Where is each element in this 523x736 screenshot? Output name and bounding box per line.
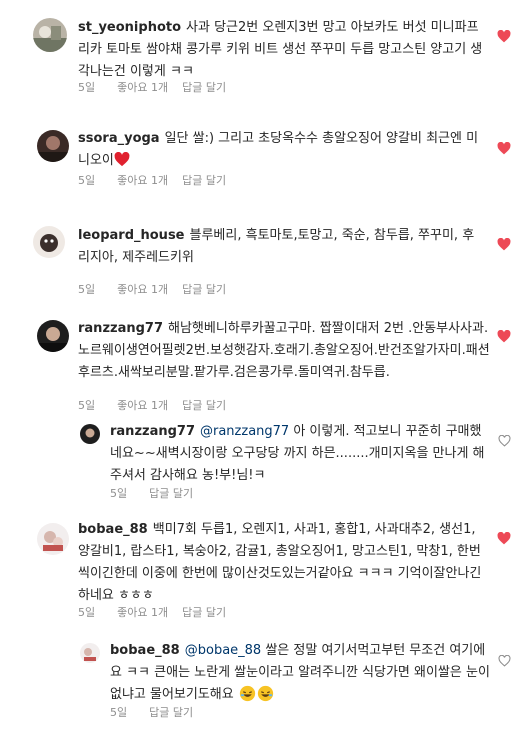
reply-button[interactable]: 답글 달기 bbox=[182, 283, 226, 296]
comment-likes[interactable]: 좋아요 1개 bbox=[117, 399, 168, 412]
comment-body: bobae_88 백미7회 두릅1, 오렌지1, 사과1, 홍합1, 사과대추2,… bbox=[78, 519, 488, 607]
avatar[interactable] bbox=[37, 523, 69, 555]
comment-meta: 5일 좋아요 1개 답글 달기 bbox=[78, 281, 248, 297]
comment-time[interactable]: 5일 bbox=[78, 283, 95, 296]
comment-username[interactable]: bobae_88 bbox=[78, 522, 148, 537]
like-heart-outline-icon[interactable] bbox=[498, 655, 511, 667]
avatar[interactable] bbox=[80, 424, 100, 444]
like-heart-outline-icon[interactable] bbox=[498, 435, 511, 447]
comment-meta: 5일 좋아요 1개 답글 달기 bbox=[78, 397, 248, 413]
reply-button[interactable]: 답글 달기 bbox=[182, 606, 226, 619]
like-heart-icon[interactable] bbox=[497, 142, 511, 155]
comment-likes[interactable]: 좋아요 1개 bbox=[117, 174, 168, 187]
mention-link[interactable]: @bobae_88 bbox=[185, 643, 261, 658]
comment-time[interactable]: 5일 bbox=[78, 606, 95, 619]
comment-username[interactable]: st_yeoniphoto bbox=[78, 20, 181, 35]
comment-body: leopard_house 블루베리, 흑토마토,토망고, 죽순, 참두릅, 쭈꾸… bbox=[78, 225, 483, 269]
comment-likes[interactable]: 좋아요 1개 bbox=[117, 283, 168, 296]
avatar[interactable] bbox=[37, 130, 69, 162]
comment-body: st_yeoniphoto 사과 당근2번 오렌지3번 망고 아보카도 버섯 미니… bbox=[78, 17, 483, 83]
comment-username[interactable]: bobae_88 bbox=[110, 643, 180, 658]
comment-body: ssora_yoga 일단 쌀:) 그리고 초당옥수수 총알오징어 양갈비 최근엔… bbox=[78, 128, 483, 172]
comment-username[interactable]: ranzzang77 bbox=[78, 321, 163, 336]
reply-button[interactable]: 답글 달기 bbox=[149, 706, 193, 719]
laughing-emoji bbox=[239, 685, 256, 702]
reply-button[interactable]: 답글 달기 bbox=[182, 174, 226, 187]
avatar[interactable] bbox=[33, 226, 65, 258]
like-heart-icon[interactable] bbox=[497, 532, 511, 545]
comment-time[interactable]: 5일 bbox=[78, 399, 95, 412]
comment-meta: 5일 좋아요 1개 답글 달기 bbox=[78, 604, 248, 620]
avatar[interactable] bbox=[37, 320, 69, 352]
comment-meta: 5일 답글 달기 bbox=[110, 704, 215, 720]
comment-time[interactable]: 5일 bbox=[110, 706, 127, 719]
like-heart-icon[interactable] bbox=[497, 30, 511, 43]
comment-meta: 5일 좋아요 1개 답글 달기 bbox=[78, 79, 248, 95]
comment-meta: 5일 답글 달기 bbox=[110, 485, 215, 501]
comment-body: ranzzang77 해남햇베니하루카꿀고구마. 짭짤이대저 2번 .안동부사사과… bbox=[78, 318, 490, 384]
reply-button[interactable]: 답글 달기 bbox=[182, 81, 226, 94]
avatar[interactable] bbox=[33, 18, 67, 52]
like-heart-icon[interactable] bbox=[497, 238, 511, 251]
comment-meta: 5일 좋아요 1개 답글 달기 bbox=[78, 172, 248, 188]
reply-button[interactable]: 답글 달기 bbox=[149, 487, 193, 500]
like-heart-icon[interactable] bbox=[497, 330, 511, 343]
comment-likes[interactable]: 좋아요 1개 bbox=[117, 606, 168, 619]
comment-username[interactable]: leopard_house bbox=[78, 228, 185, 243]
comment-username[interactable]: ssora_yoga bbox=[78, 131, 160, 146]
reply-button[interactable]: 답글 달기 bbox=[182, 399, 226, 412]
comment-time[interactable]: 5일 bbox=[110, 487, 127, 500]
avatar[interactable] bbox=[80, 643, 100, 663]
comment-time[interactable]: 5일 bbox=[78, 81, 95, 94]
comment-time[interactable]: 5일 bbox=[78, 174, 95, 187]
red-heart-emoji bbox=[114, 151, 130, 167]
comment-body: bobae_88 @bobae_88 쌀은 정말 여기서먹고부턴 무조건 여기에요… bbox=[110, 640, 490, 706]
comment-username[interactable]: ranzzang77 bbox=[110, 424, 195, 439]
comment-likes[interactable]: 좋아요 1개 bbox=[117, 81, 168, 94]
mention-link[interactable]: @ranzzang77 bbox=[200, 424, 289, 439]
comment-body: ranzzang77 @ranzzang77 아 이렇게. 적고보니 꾸준히 구매… bbox=[110, 421, 490, 487]
laughing-emoji bbox=[257, 685, 274, 702]
